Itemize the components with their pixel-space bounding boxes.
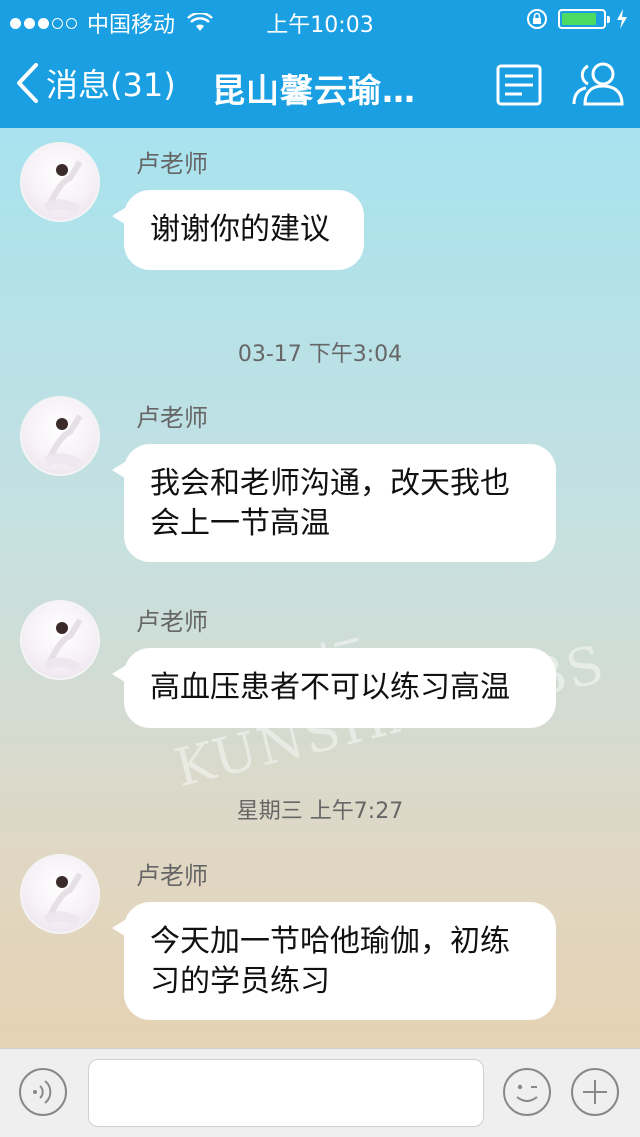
avatar[interactable] [20,854,100,934]
timestamp: 03-17 下午3:04 [237,342,403,367]
charging-bolt-icon [617,9,627,29]
timestamp: 星期三 上午7:27 [236,799,404,824]
message-bubble[interactable]: 我会和老师沟通，改天我也 会上一节高温 [112,444,556,562]
message-text: 高血压患者不可以练习高温 [150,670,510,705]
list-icon[interactable] [496,64,542,106]
back-button[interactable]: 消息(31) [14,60,176,106]
battery-icon [558,9,610,29]
sender-name: 卢老师 [136,404,208,432]
message-bubble[interactable]: 谢谢你的建议 [112,190,364,270]
chevron-left-icon [17,63,38,103]
message-text: 会上一节高温 [150,506,330,541]
voice-icon[interactable] [18,1067,68,1117]
message-bubble[interactable]: 今天加一节哈他瑜伽，初练 习的学员练习 [112,902,556,1020]
group-icon[interactable] [570,60,626,106]
status-bar: 中国移动 上午10:03 [0,0,640,40]
sender-name: 卢老师 [136,862,208,890]
chat-area[interactable]: 昆山论坛 KUNSHAN BBS 卢老师 谢谢你的建议 03-17 下午3:04… [0,128,640,1048]
avatar[interactable] [20,142,100,222]
message-input[interactable] [88,1059,484,1127]
message-bubble[interactable]: 高血压患者不可以练习高温 [112,648,556,728]
plus-icon[interactable] [570,1067,620,1117]
avatar[interactable] [20,396,100,476]
message-text: 谢谢你的建议 [150,212,330,247]
rotation-lock-icon [527,9,547,29]
emoji-icon[interactable] [502,1067,552,1117]
navigation-bar: 消息(31) 昆山馨云瑜… [0,40,640,128]
sender-name: 卢老师 [136,150,208,178]
message-text: 习的学员练习 [150,964,330,999]
top-bar: 中国移动 上午10:03 消息(31) 昆山馨云瑜… [0,0,640,128]
back-label: 消息(31) [46,66,176,104]
chat-title: 昆山馨云瑜… [212,71,416,110]
sender-name: 卢老师 [136,608,208,636]
message-text: 今天加一节哈他瑜伽，初练 [150,924,510,959]
avatar[interactable] [20,600,100,680]
input-bar [0,1048,640,1137]
message-text: 我会和老师沟通，改天我也 [150,466,510,501]
